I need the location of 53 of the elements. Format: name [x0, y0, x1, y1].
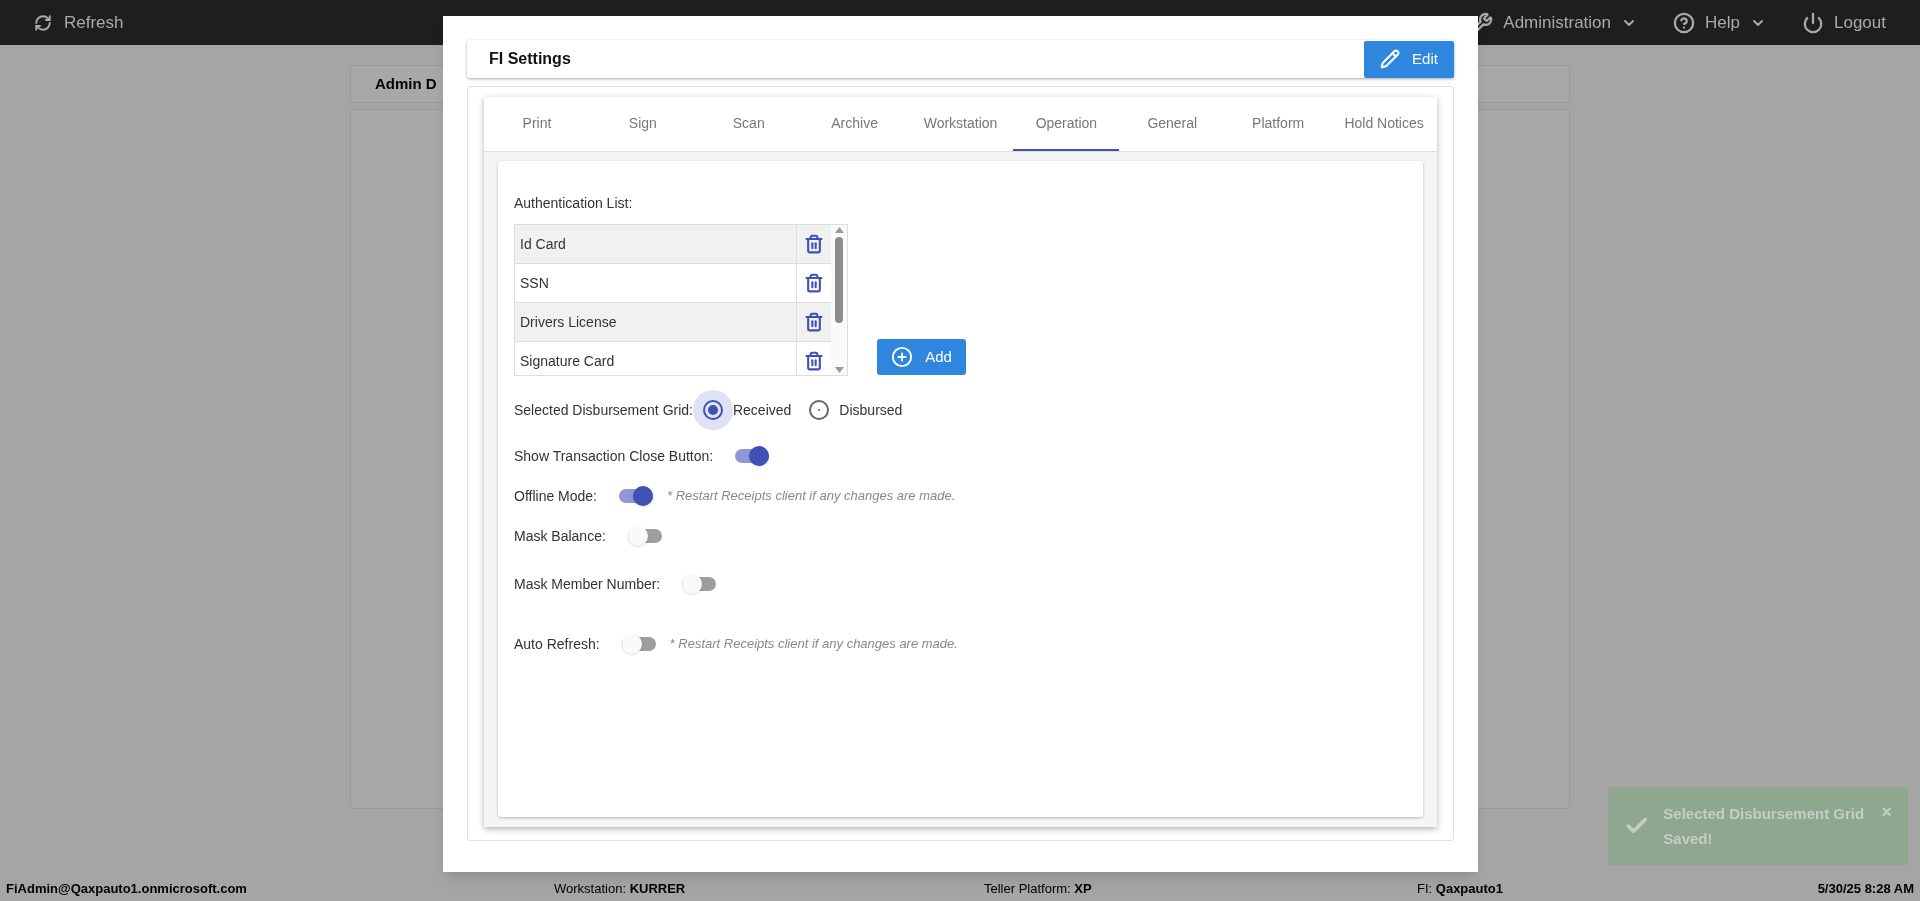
trash-icon	[804, 273, 824, 293]
list-item[interactable]: SSN	[515, 264, 797, 302]
power-icon	[1802, 11, 1824, 34]
field-label: Selected Disbursement Grid:	[514, 400, 693, 420]
toggle-label: Mask Member Number:	[514, 574, 661, 594]
card-title: Admin D	[375, 73, 437, 94]
tab[interactable]: Archive	[801, 97, 908, 151]
toggle-switch[interactable]	[619, 486, 653, 506]
add-icon	[891, 346, 914, 368]
radio-label: Received	[732, 400, 792, 420]
trash-icon	[804, 234, 824, 254]
tab[interactable]: Operation	[1013, 97, 1120, 151]
toggle-label: Auto Refresh:	[514, 634, 600, 654]
tab[interactable]: Hold Notices	[1331, 97, 1437, 151]
scroll-down-icon	[834, 367, 844, 373]
tab[interactable]: Sign	[589, 97, 696, 151]
toggle-label: Show Transaction Close Button:	[514, 446, 714, 466]
toggle-switch[interactable]	[621, 634, 656, 654]
radio-button[interactable]	[692, 390, 733, 430]
help-icon	[1673, 11, 1696, 34]
tab[interactable]: Print	[484, 97, 590, 151]
tab[interactable]: Platform	[1225, 97, 1332, 151]
tab[interactable]: Workstation	[907, 97, 1014, 151]
add-button[interactable]: Add	[877, 339, 966, 375]
restart-note: * Restart Receipts client if any changes are made.	[667, 487, 956, 506]
toggle-label: Offline Mode:	[514, 486, 597, 506]
list-item[interactable]: Signature Card	[515, 342, 797, 375]
refresh-button[interactable]: Refresh	[34, 9, 124, 36]
menu-button[interactable]: Logout	[1802, 9, 1886, 36]
menu-button[interactable]: Help	[1673, 9, 1766, 36]
modal-title: FI Settings	[489, 49, 571, 69]
status-field: FI: Qaxpauto1	[1417, 879, 1617, 899]
toggle-label: Mask Balance:	[514, 526, 606, 546]
date-time: 5/30/25 8:28 AM	[1817, 880, 1914, 899]
menu-button[interactable]: Administration	[1471, 9, 1638, 36]
pencil-icon	[1380, 49, 1401, 69]
user-email: FiAdmin@Qaxpauto1.onmicrosoft.com	[6, 880, 248, 899]
tab[interactable]: General	[1119, 97, 1226, 151]
field-label: Authentication List:	[514, 195, 633, 211]
refresh-icon	[34, 13, 52, 32]
toggle-switch[interactable]	[735, 446, 770, 466]
toggle-switch[interactable]	[682, 574, 717, 594]
edit-button[interactable]: Edit	[1364, 40, 1454, 78]
toggle-switch[interactable]	[627, 526, 662, 546]
tab[interactable]: Scan	[695, 97, 802, 151]
scrollbar-thumb[interactable]	[835, 237, 843, 323]
restart-note: * Restart Receipts client if any changes are made.	[669, 635, 958, 654]
radio-label: Disbursed	[839, 400, 903, 420]
scroll-up-icon	[834, 227, 844, 233]
status-field: Teller Platform: XP	[984, 879, 1417, 899]
trash-icon	[804, 312, 824, 332]
trash-icon	[804, 351, 824, 371]
status-field: Workstation: KURRER	[554, 879, 984, 899]
